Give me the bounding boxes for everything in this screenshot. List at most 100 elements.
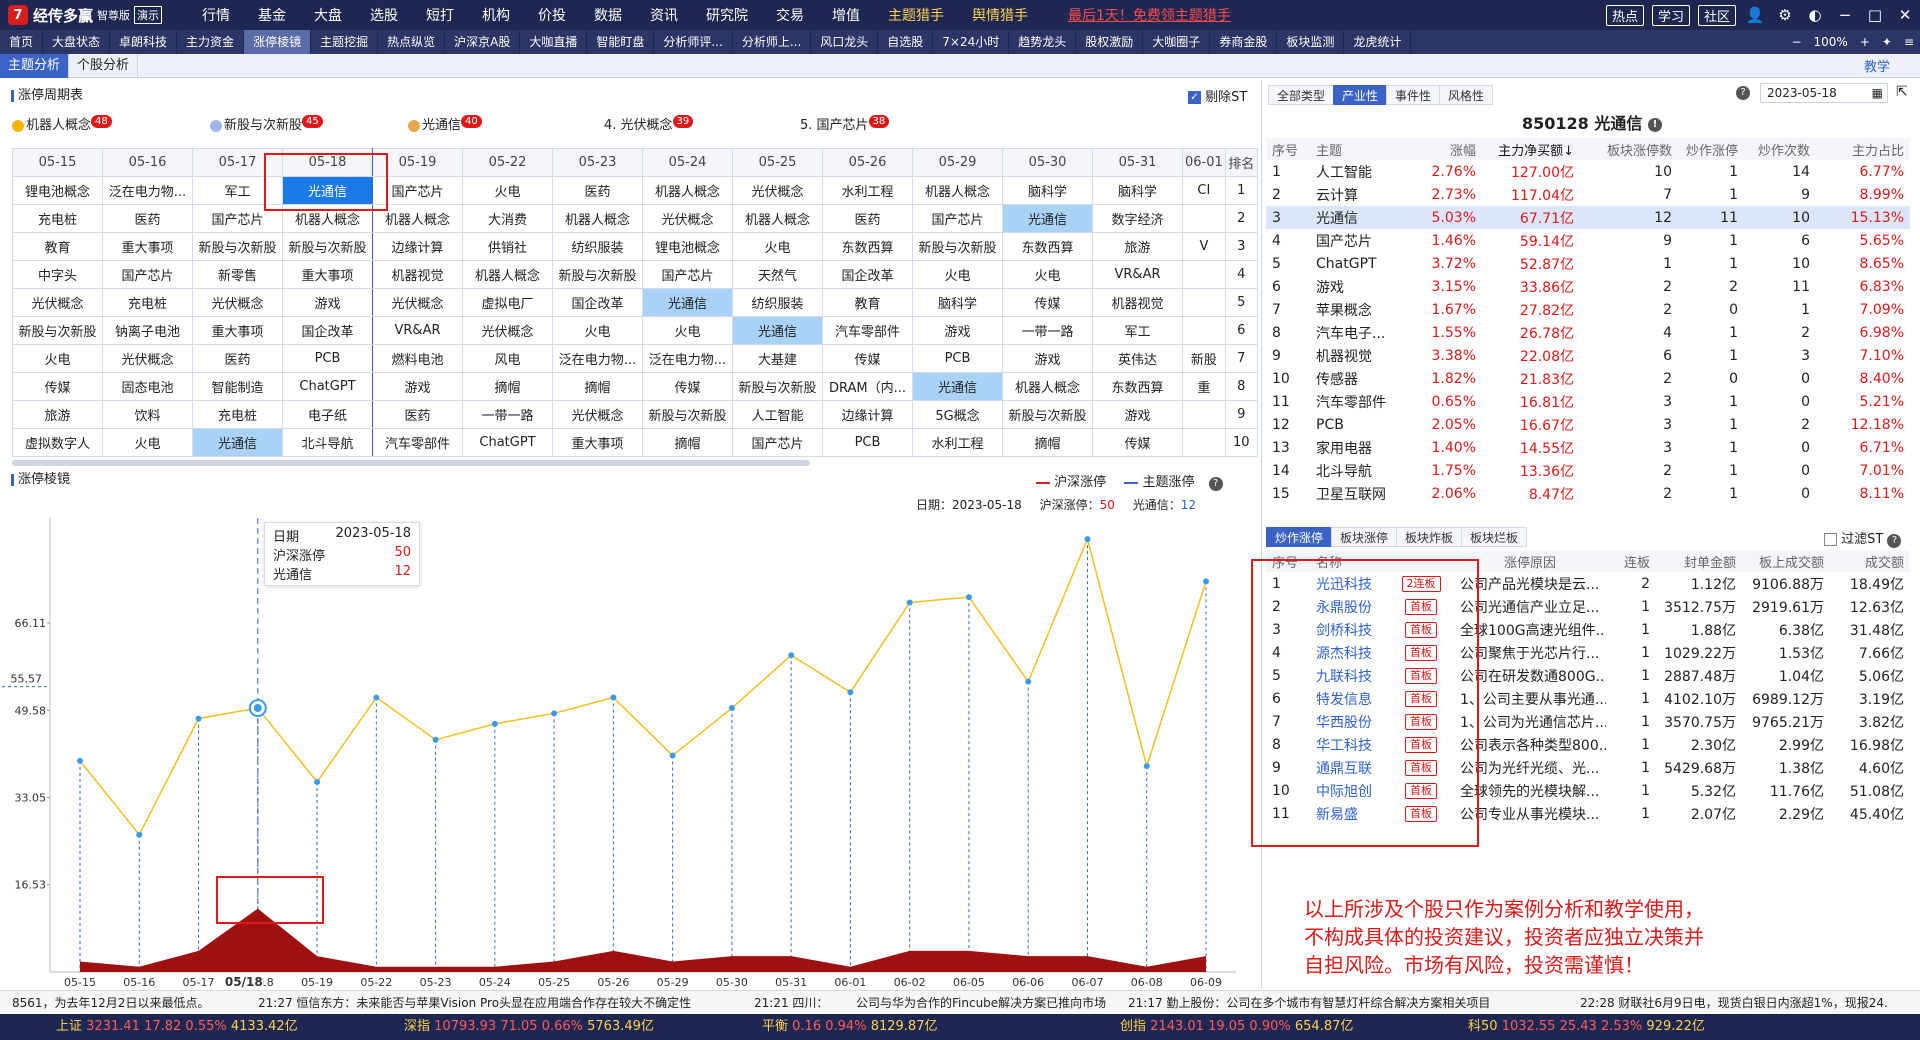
theme-col-header[interactable]: 涨幅 — [1418, 138, 1482, 160]
data-point[interactable] — [136, 831, 143, 838]
data-point[interactable] — [195, 715, 202, 722]
theme-cell: 21.83亿 — [1519, 371, 1574, 388]
export-icon[interactable]: ⇱ — [1896, 84, 1908, 100]
data-point[interactable] — [314, 778, 321, 785]
index-item[interactable]: 科50 1032.55 25.43 2.53% 929.22亿 — [1468, 1014, 1705, 1040]
data-point[interactable] — [253, 704, 262, 713]
stock-tab[interactable]: 炒作涨停 — [1266, 527, 1333, 547]
data-point[interactable] — [788, 652, 795, 659]
news-item[interactable]: 21:17 勤上股份：公司在多个城市有智慧灯杆综合解决方案相关项目 — [1128, 991, 1490, 1014]
theme-col-header[interactable]: 主题 — [1310, 138, 1418, 160]
data-point[interactable] — [491, 720, 498, 727]
theme-col-header[interactable]: 炒作涨停 — [1678, 138, 1744, 160]
stock-col-header[interactable]: 连板 — [1606, 550, 1656, 572]
news-item[interactable]: 22:28 财联社6月9日电，现货白银日内涨超1%，现报24. — [1580, 991, 1888, 1014]
theme-col-header[interactable]: 板块涨停数 — [1580, 138, 1678, 160]
theme-row[interactable]: 9 机器视觉 3.38% 22.08亿 6 1 3 7.10% — [1266, 344, 1910, 367]
data-point[interactable] — [669, 752, 676, 759]
data-point[interactable] — [1143, 763, 1150, 770]
tab-page[interactable]: 龙虎统计 — [1344, 30, 1412, 54]
theme-cell: 2 — [1801, 416, 1810, 433]
data-point[interactable] — [551, 710, 558, 717]
data-point[interactable] — [373, 694, 380, 701]
help-icon[interactable]: ? — [1736, 86, 1750, 100]
data-point[interactable] — [965, 594, 972, 601]
calendar-icon[interactable]: ▦ — [1872, 84, 1883, 102]
theme-row[interactable]: 1 人工智能 2.76% 127.00亿 10 1 14 6.77% — [1266, 160, 1910, 183]
stock-tab[interactable]: 板块涨停 — [1331, 527, 1398, 547]
pin-icon[interactable]: ✦ — [1876, 35, 1898, 49]
checkbox-icon[interactable] — [1824, 533, 1837, 546]
index-item[interactable]: 创指 2143.01 19.05 0.90% 654.87亿 — [1120, 1014, 1353, 1040]
theme-col-header[interactable]: 主力占比 — [1816, 138, 1910, 160]
minimize-icon[interactable]: − — [1836, 6, 1854, 24]
filter-tab[interactable]: 风格性 — [1439, 85, 1494, 105]
data-point[interactable] — [1203, 578, 1209, 585]
data-point[interactable] — [610, 694, 617, 701]
theme-row[interactable]: 14 北斗导航 1.75% 13.36亿 2 1 0 7.01% — [1266, 459, 1910, 482]
user-icon[interactable]: 👤 — [1746, 6, 1765, 24]
filter-tab[interactable]: 事件性 — [1386, 85, 1441, 105]
stock-col-header[interactable]: 成交额 — [1830, 550, 1910, 572]
theme-cell: 10 — [1792, 255, 1810, 272]
tab-page[interactable]: 板块监测 — [1277, 30, 1345, 54]
stock-col-header[interactable]: 封单金额 — [1656, 550, 1742, 572]
hot-button[interactable]: 热点 — [1605, 4, 1644, 26]
close-icon[interactable]: ✕ — [1896, 6, 1914, 24]
skin-icon[interactable]: ◐ — [1806, 6, 1824, 24]
theme-row[interactable]: 12 PCB 2.05% 16.67亿 3 1 2 12.18% — [1266, 413, 1910, 436]
settings-icon[interactable]: ⚙ — [1776, 6, 1794, 24]
theme-col-header[interactable]: 主力净买额↓ — [1482, 138, 1580, 160]
date-picker[interactable]: 2023-05-18 ▦ — [1760, 83, 1888, 103]
index-item[interactable]: 深指 10793.93 71.05 0.66% 5763.49亿 — [404, 1014, 654, 1040]
community-button[interactable]: 社区 — [1697, 4, 1736, 26]
y-tick-label: 33.05 — [15, 792, 47, 805]
data-point[interactable] — [1025, 678, 1032, 685]
theme-row[interactable]: 11 汽车零部件 0.65% 16.81亿 3 1 0 5.21% — [1266, 390, 1910, 413]
info-icon[interactable]: ! — [1647, 117, 1662, 132]
index-item[interactable]: 平衡 0.16 0.94% 8129.87亿 — [762, 1014, 937, 1040]
filter-st-right[interactable]: 过滤ST ? — [1824, 528, 1902, 548]
news-item[interactable]: 21:27 恒信东方：未来能否与苹果Vision Pro头显在应用端合作存在较大… — [258, 991, 691, 1014]
theme-col-header[interactable]: 序号 — [1266, 138, 1310, 160]
data-point[interactable] — [432, 736, 439, 743]
theme-row[interactable]: 6 游戏 3.15% 33.86亿 2 2 11 6.83% — [1266, 275, 1910, 298]
news-item[interactable]: 21:21 四川： — [754, 991, 828, 1014]
theme-row[interactable]: 4 国产芯片 1.46% 59.14亿 9 1 6 5.65% — [1266, 229, 1910, 252]
theme-cell: 光通信 — [1310, 206, 1418, 229]
x-tick-label: 05-15 — [64, 976, 96, 989]
theme-row[interactable]: 15 卫星互联网 2.06% 8.47亿 2 1 0 8.11% — [1266, 482, 1910, 505]
stock-tab[interactable]: 板块烂板 — [1461, 527, 1528, 547]
index-chg: 71.05 — [500, 1019, 538, 1034]
maximize-icon[interactable]: □ — [1866, 6, 1884, 24]
theme-row[interactable]: 3 光通信 5.03% 67.71亿 12 11 10 15.13% — [1266, 206, 1910, 229]
learn-button[interactable]: 学习 — [1651, 4, 1690, 26]
news-item[interactable]: 8561，为去年12月2日以来最低点。 — [12, 991, 209, 1014]
teaching-link[interactable]: 教学 — [1864, 56, 1920, 75]
theme-row[interactable]: 10 传感器 1.82% 21.83亿 2 0 0 8.40% — [1266, 367, 1910, 390]
more-tabs-icon[interactable]: ≡ — [1898, 35, 1920, 49]
theme-row[interactable]: 5 ChatGPT 3.72% 52.87亿 1 1 10 8.65% — [1266, 252, 1910, 275]
news-item[interactable]: 公司与华为合作的Fincube解决方案已推向市场 — [856, 991, 1106, 1014]
stock-tab[interactable]: 板块炸板 — [1396, 527, 1463, 547]
stock-cell: 7.66亿 — [1858, 645, 1904, 662]
data-point[interactable] — [1084, 536, 1091, 543]
stock-cell: 1 — [1641, 759, 1650, 776]
theme-row[interactable]: 7 苹果概念 1.67% 27.82亿 2 0 1 7.09% — [1266, 298, 1910, 321]
data-point[interactable] — [847, 689, 854, 696]
help-icon[interactable]: ? — [1887, 534, 1902, 548]
theme-row[interactable]: 13 家用电器 1.40% 14.55亿 3 1 0 6.71% — [1266, 436, 1910, 459]
data-point[interactable] — [77, 757, 83, 764]
data-point[interactable] — [728, 705, 735, 712]
zoom-in-icon[interactable]: + — [1854, 35, 1876, 49]
data-point[interactable] — [906, 599, 913, 606]
filter-tab[interactable]: 产业性 — [1333, 85, 1388, 105]
theme-row[interactable]: 2 云计算 2.73% 117.04亿 7 1 9 8.99% — [1266, 183, 1910, 206]
theme-col-header[interactable]: 炒作次数 — [1744, 138, 1816, 160]
stock-col-header[interactable]: 板上成交额 — [1742, 550, 1830, 572]
filter-tab[interactable]: 全部类型 — [1268, 85, 1335, 105]
news-ticker[interactable]: 8561，为去年12月2日以来最低点。 21:27 恒信东方：未来能否与苹果Vi… — [0, 990, 1920, 1014]
theme-row[interactable]: 8 汽车电子... 1.55% 26.78亿 4 1 2 6.98% — [1266, 321, 1910, 344]
index-item[interactable]: 上证 3231.41 17.82 0.55% 4133.42亿 — [56, 1014, 298, 1040]
zoom-out-icon[interactable]: − — [1785, 35, 1807, 49]
